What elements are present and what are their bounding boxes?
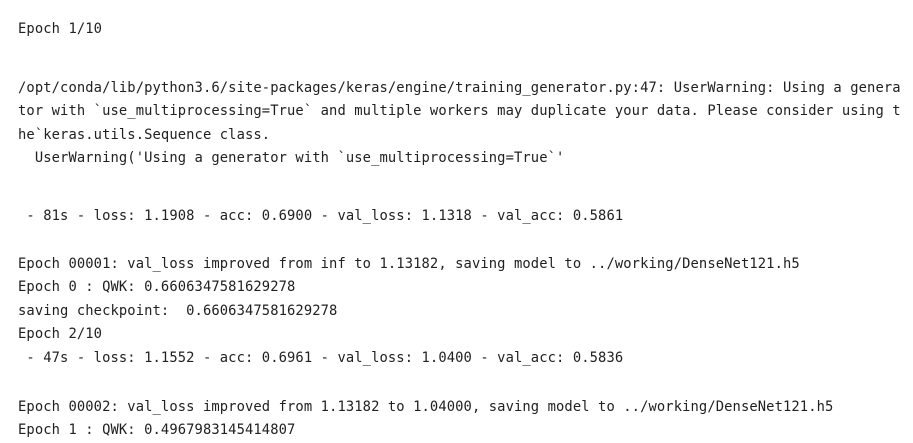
output-line-warning-source: UserWarning('Using a generator with `use…: [18, 150, 565, 166]
output-line-epoch-2-header: Epoch 2/10: [18, 326, 103, 342]
output-line-qwk-1: Epoch 1 : QWK: 0.4967983145414807: [18, 422, 296, 438]
output-line-checkpoint-1: Epoch 00001: val_loss improved from inf …: [18, 256, 800, 272]
output-line-warning: /opt/conda/lib/python3.6/site-packages/k…: [18, 80, 901, 96]
output-line-checkpoint-2: Epoch 00002: val_loss improved from 1.13…: [18, 399, 834, 415]
output-line-warning-cont: tor with `use_multiprocessing=True` and …: [18, 103, 901, 119]
output-line-qwk-0: Epoch 0 : QWK: 0.6606347581629278: [18, 279, 296, 295]
output-line-warning-cont: he`keras.utils.Sequence class.: [18, 127, 271, 143]
output-line-saving-checkpoint: saving checkpoint: 0.6606347581629278: [18, 303, 338, 319]
output-line-epoch-1-metrics: - 81s - loss: 1.1908 - acc: 0.6900 - val…: [18, 208, 624, 224]
notebook-cell-output: Epoch 1/10 /opt/conda/lib/python3.6/site…: [0, 0, 913, 443]
output-line-epoch-1-header: Epoch 1/10: [18, 21, 103, 37]
output-line-epoch-2-metrics: - 47s - loss: 1.1552 - acc: 0.6961 - val…: [18, 350, 624, 366]
